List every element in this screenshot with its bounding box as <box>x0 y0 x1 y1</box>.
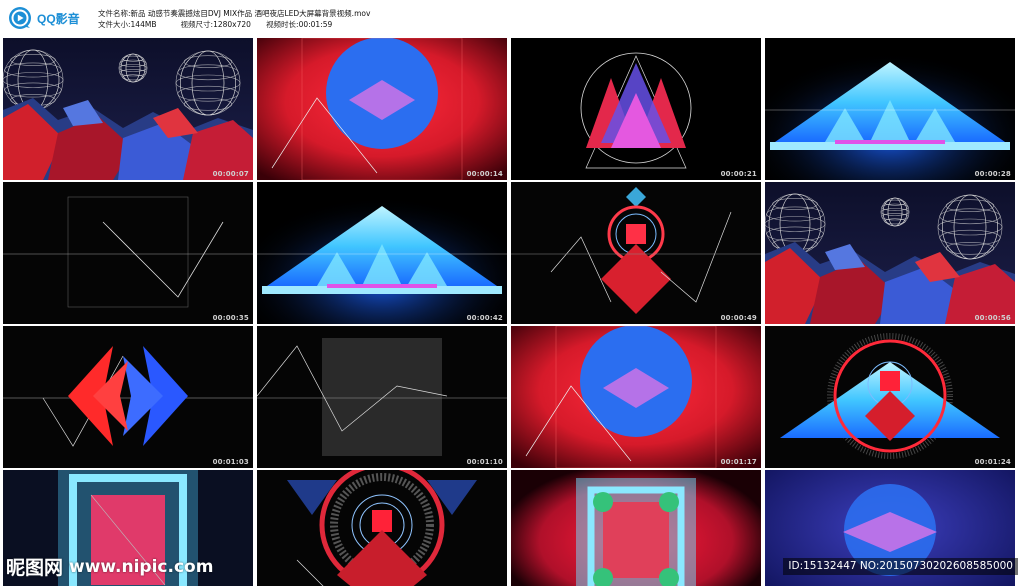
video-thumbnail[interactable]: 00:01:38 <box>257 470 507 586</box>
file-name-value: 新品 动感节奏震撼炫目DVJ MIX作品 酒吧夜店LED大屏幕背景视频.mov <box>130 9 371 18</box>
thumbnail-timestamp: 00:01:10 <box>466 458 503 466</box>
video-thumbnail[interactable]: 00:01:45 <box>511 470 761 586</box>
thumbnail-frame <box>765 38 1015 180</box>
video-thumbnail[interactable]: 00:01:03 <box>3 326 253 468</box>
app-name: QQ影音 <box>37 11 80 26</box>
thumbnail-timestamp: 00:01:24 <box>974 458 1011 466</box>
video-thumbnail[interactable]: 00:00:07 <box>3 38 253 180</box>
video-thumbnail[interactable]: 00:00:14 <box>257 38 507 180</box>
thumbnail-grid: 00:00:07 00:00:14 00:00:21 00:00:28 00:0… <box>3 36 1021 586</box>
video-thumbnail[interactable]: 00:01:24 <box>765 326 1015 468</box>
file-size-label: 文件大小: <box>98 20 131 29</box>
thumbnail-frame <box>511 38 761 180</box>
video-dims-value: 1280x720 <box>213 20 251 29</box>
thumbnail-timestamp: 00:00:42 <box>466 314 503 322</box>
file-name-label: 文件名称: <box>98 9 131 18</box>
video-thumbnail[interactable]: 00:00:35 <box>3 182 253 324</box>
video-thumbnail[interactable]: 00:00:28 <box>765 38 1015 180</box>
thumbnail-timestamp: 00:00:07 <box>212 170 249 178</box>
thumbnail-timestamp: 00:01:03 <box>212 458 249 466</box>
thumbnail-timestamp: 00:00:49 <box>720 314 757 322</box>
thumbnail-timestamp: 00:01:17 <box>720 458 757 466</box>
thumbnail-frame <box>511 470 761 586</box>
thumbnail-frame <box>257 326 507 468</box>
video-dims-label: 视频尺寸: <box>180 20 214 29</box>
thumbnail-frame <box>3 326 253 468</box>
qq-player-logo-icon <box>9 7 31 29</box>
video-duration-label: 视频时长: <box>266 20 299 29</box>
thumbnail-frame <box>3 38 253 180</box>
video-thumbnail[interactable]: 00:00:49 <box>511 182 761 324</box>
app-logo: QQ影音 <box>8 6 80 30</box>
thumbnail-frame <box>765 326 1015 468</box>
file-size-value: 144MB <box>130 20 157 29</box>
thumbnail-frame <box>257 38 507 180</box>
thumbnail-timestamp: 00:00:14 <box>466 170 503 178</box>
thumbnail-timestamp: 00:00:56 <box>974 314 1011 322</box>
video-thumbnail[interactable]: 00:00:42 <box>257 182 507 324</box>
watermark-site-cn: 昵图网 <box>6 557 64 579</box>
video-thumbnail[interactable]: 00:01:10 <box>257 326 507 468</box>
header: QQ影音 文件名称: 新品 动感节奏震撼炫目DVJ MIX作品 酒吧夜店LED大… <box>0 0 1024 36</box>
video-duration-value: 00:01:59 <box>298 20 333 29</box>
thumbnail-frame <box>765 182 1015 324</box>
thumbnail-timestamp: 00:00:21 <box>720 170 757 178</box>
watermark-site-url: www.nipic.com <box>69 556 214 577</box>
watermark-site: 昵图网 www.nipic.com <box>6 553 213 580</box>
thumbnail-frame <box>257 470 507 586</box>
video-thumbnail[interactable]: 00:01:17 <box>511 326 761 468</box>
thumbnail-timestamp: 00:00:35 <box>212 314 249 322</box>
video-thumbnail[interactable]: 00:00:56 <box>765 182 1015 324</box>
thumbnail-timestamp: 00:00:28 <box>974 170 1011 178</box>
thumbnail-frame <box>511 326 761 468</box>
watermark-id: ID:15132447 NO:20150730202608585000 <box>783 558 1018 575</box>
video-thumbnail[interactable]: 00:00:21 <box>511 38 761 180</box>
thumbnail-frame <box>3 182 253 324</box>
thumbnail-frame <box>257 182 507 324</box>
file-info: 文件名称: 新品 动感节奏震撼炫目DVJ MIX作品 酒吧夜店LED大屏幕背景视… <box>98 8 370 30</box>
thumbnail-frame <box>511 182 761 324</box>
